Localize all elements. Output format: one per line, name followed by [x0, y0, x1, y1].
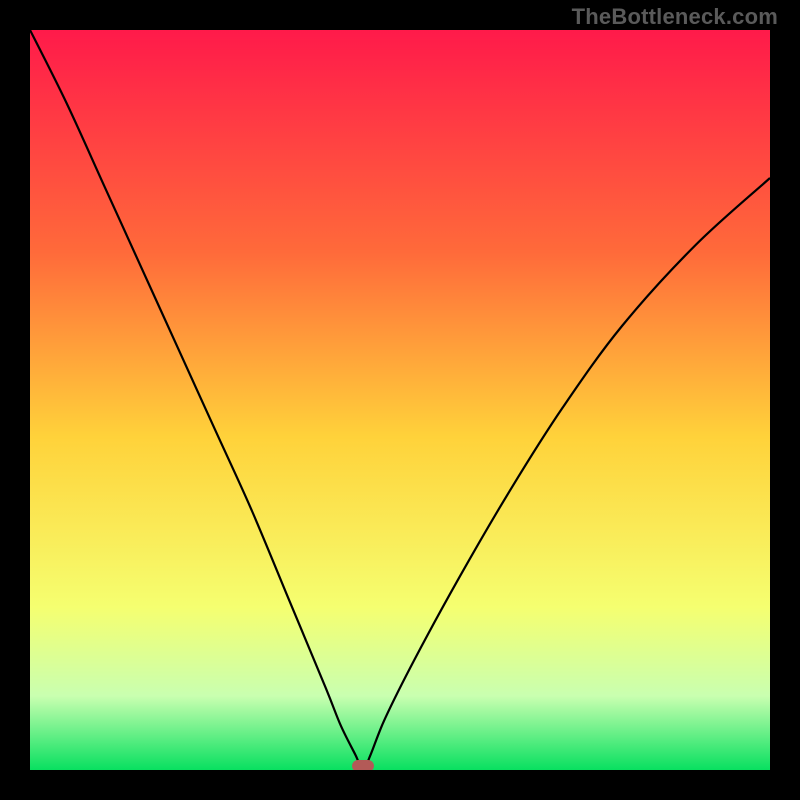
chart-frame: TheBottleneck.com: [0, 0, 800, 800]
bottleneck-curve: [30, 30, 770, 770]
watermark-text: TheBottleneck.com: [572, 4, 778, 30]
bottleneck-curve-path: [30, 30, 770, 770]
optimal-point-marker: [352, 760, 374, 770]
plot-area: [30, 30, 770, 770]
